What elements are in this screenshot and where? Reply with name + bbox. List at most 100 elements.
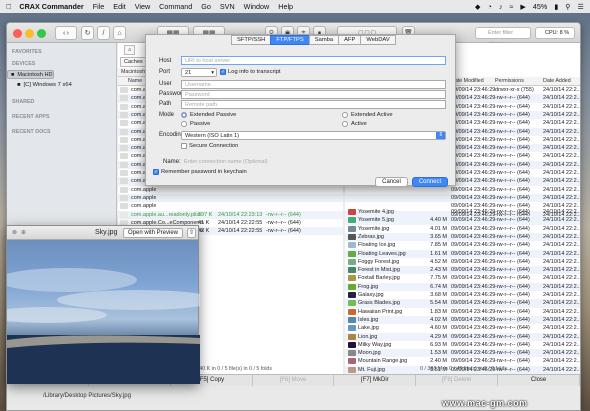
mode-extended-passive-radio[interactable]: Extended Passive	[181, 112, 236, 118]
menu-go[interactable]: Go	[201, 2, 211, 11]
file-date: 09/09/14 23:46:29	[451, 316, 496, 323]
back-forward-button[interactable]: ‹ ›	[55, 26, 77, 40]
menu-view[interactable]: View	[135, 2, 150, 11]
status-area: ◆ ◔ ♪ ≈ ▶ 45% ▮ ⚲ ☰	[475, 2, 590, 11]
file-added: 24/10/14 22:2...	[543, 316, 581, 323]
table-row[interactable]: Floating Ice.jpg 7.85 M 09/09/14 23:46:29-…	[345, 241, 580, 249]
notification-icon[interactable]: ☰	[578, 2, 584, 11]
password-input[interactable]: Password	[181, 90, 446, 99]
f8-delete-button[interactable]: [F8] Delete	[416, 375, 499, 386]
close-window-icon[interactable]	[13, 29, 22, 38]
table-row[interactable]: Zebras.jpg 3.65 M 09/09/14 23:46:29 -rw-r--…	[345, 232, 580, 242]
tab-afp[interactable]: AFP	[338, 35, 362, 45]
mode-extended-active-radio[interactable]: Extended Active	[342, 112, 393, 118]
file-perm: -rw-r--r-- (644)	[495, 341, 530, 348]
close-button[interactable]: Close	[498, 375, 580, 386]
sidebar-item-macintosh-hd[interactable]: ■ Macintosh HD	[7, 70, 54, 79]
minimize-window-icon[interactable]	[25, 29, 34, 38]
column-header-date-added[interactable]: Date Added	[543, 77, 571, 86]
file-added: 24/10/14 22:2...	[543, 275, 581, 282]
table-row[interactable]: Milky Way.jpg 6.93 M 09/09/14 23:46:29 -rw-…	[345, 341, 580, 349]
table-row[interactable]: com.apple.au...readonly.plist 397 K 24/10/…	[118, 210, 343, 219]
file-name: Lake.jpg	[358, 325, 379, 332]
menu-app-name[interactable]: CRAX Commander	[19, 2, 83, 11]
battery-icon[interactable]: ▮	[554, 2, 558, 11]
table-row[interactable]: com.apple	[118, 193, 343, 203]
connection-name-input[interactable]: Enter connection name (Optional)	[181, 158, 446, 167]
table-row[interactable]: Isles.jpg 4.02 M 09/09/14 23:46:29 -rw-r--r…	[345, 315, 581, 325]
menu-command[interactable]: Command	[159, 2, 192, 11]
panel-tab-home-icon[interactable]: ⌂	[124, 45, 136, 55]
wifi-icon[interactable]: ≈	[509, 2, 513, 11]
table-row[interactable]: Foggy Forest.jpg 4.52 M 09/09/14 23:46:29-…	[345, 258, 580, 266]
table-row[interactable]: Frog.jpg 6.74 M 09/09/14 23:46:29 -rw-r--r-…	[345, 282, 580, 291]
f7-mkdir-button[interactable]: [F7] MkDir	[334, 375, 417, 386]
menu-edit[interactable]: Edit	[113, 2, 125, 11]
search-spotlight-icon[interactable]: ⚲	[565, 2, 570, 11]
dashboard-icon[interactable]: ◔	[488, 2, 492, 11]
tab-samba[interactable]: Samba	[308, 35, 340, 45]
file-date: 09/09/14 23:46:29	[451, 275, 496, 282]
file-date: 24/10/14 22:23:13	[218, 211, 263, 218]
table-row[interactable]: com.apple	[118, 186, 343, 194]
open-with-preview-button[interactable]: Open with Preview	[123, 228, 183, 238]
file-perm: -rw-r--r-- (644)	[495, 258, 530, 265]
table-row[interactable]: Lake.jpg 4.60 M 09/09/14 23:46:29 -rw-r--r-…	[345, 324, 580, 332]
user-input[interactable]: Username	[181, 80, 446, 89]
file-added: 24/10/14 22:2...	[543, 300, 581, 307]
battery-percent[interactable]: 45%	[533, 2, 547, 11]
table-row[interactable]: Yosemite 4.jpg 09/09/14 23:46:29 -rw-r--r-…	[345, 208, 580, 216]
tab-sftp-ssh[interactable]: SFTP/SSH	[231, 35, 272, 45]
table-row[interactable]: Hawaiian Print.jpg 1.83 M 09/09/14 23:46:2…	[345, 308, 580, 316]
host-input[interactable]: URI to host server	[181, 56, 446, 65]
fullscreen-icon[interactable]: ⊕	[21, 229, 26, 236]
secure-connection-checkbox[interactable]: Secure Connection	[181, 143, 238, 149]
filter-search-input[interactable]: Enter filter phrase	[475, 27, 531, 47]
port-select[interactable]: 21 ▾	[181, 68, 217, 77]
table-row[interactable]: Galaxy.jpg 3.68 M 09/09/14 23:46:29 -rw-r--…	[345, 291, 581, 299]
menu-file[interactable]: File	[93, 2, 105, 11]
encoding-select[interactable]: Western (ISO Latin 1) ⇕	[181, 131, 446, 140]
mode-active-radio[interactable]: Active	[342, 121, 367, 127]
menu-help[interactable]: Help	[278, 2, 293, 11]
log-transcript-checkbox[interactable]: ✓ Log info to transcript	[220, 69, 281, 75]
file-perm: -rw-r--r-- (644)	[495, 95, 530, 102]
panel-tab-caches[interactable]: Caches	[120, 57, 147, 67]
menu-svn[interactable]: SVN	[220, 2, 235, 11]
path-input[interactable]: Remote path	[181, 100, 446, 109]
remember-password-checkbox[interactable]: ✓ Remember password in keychain	[153, 169, 247, 175]
table-row[interactable]: Lion.jpg 4.29 M 09/09/14 23:46:29 -rw-r--r-…	[345, 332, 580, 341]
menu-window[interactable]: Window	[244, 2, 270, 11]
close-icon[interactable]: ⊗	[12, 229, 17, 236]
volume-icon[interactable]: ▶	[520, 2, 526, 11]
table-row[interactable]: Yosemite 5.jpg 4.40 M 09/09/14 23:46:29 -rw…	[345, 216, 580, 225]
file-added: 24/10/14 22:2...	[543, 292, 581, 298]
table-row[interactable]: 09/09/14 23:46:29-rw-r--r-- (644) 24/10/1…	[345, 193, 580, 203]
share-icon[interactable]: ⇧	[187, 228, 196, 238]
tab-webdav[interactable]: WebDAV	[360, 35, 396, 45]
zoom-window-icon[interactable]	[37, 29, 46, 38]
dropbox-icon[interactable]: ◆	[475, 2, 481, 11]
connect-button[interactable]: Connect	[412, 177, 448, 187]
sidebar-item-windows[interactable]: ■ [C] Windows 7 x64	[7, 80, 116, 90]
mode-passive-radio[interactable]: Passive	[181, 121, 210, 127]
refresh-button[interactable]: ↻	[81, 26, 94, 40]
table-row[interactable]: Moon.jpg 1.53 M 09/09/14 23:46:29 -rw-r--r-…	[345, 349, 580, 358]
apple-menu-icon[interactable]: 	[6, 2, 11, 11]
root-button[interactable]: /	[97, 26, 110, 40]
tab-ftp-ftps[interactable]: FTP/FTPS	[270, 35, 310, 45]
file-added: 24/10/14 22:2...	[543, 186, 581, 193]
table-row[interactable]: Foxtail Barley.jpg 7.75 M 09/09/14 23:46:2…	[345, 274, 581, 282]
cancel-button[interactable]: Cancel	[375, 177, 408, 187]
table-row[interactable]: Yosemite.jpg 4.01 M 09/09/14 23:46:29 -rw-r…	[345, 225, 580, 233]
table-row[interactable]: Grass Blades.jpg 5.54 M 09/09/14 23:46:29-…	[345, 299, 581, 308]
column-header-permissions[interactable]: Permissions	[495, 77, 524, 86]
table-row[interactable]: Forest in Mist.jpg 2.43 M 09/09/14 23:46:2…	[345, 266, 580, 275]
table-row[interactable]: com.apple	[118, 202, 343, 210]
file-date: 09/09/14 23:46:29	[451, 341, 496, 348]
file-added: 24/10/14 22:2...	[543, 128, 581, 135]
sound-icon[interactable]: ♪	[499, 2, 503, 11]
table-row[interactable]: Floating Leaves.jpg 1.61 M 09/09/14 23:46:…	[345, 249, 580, 258]
f6-move-button[interactable]: [F6] Move	[253, 375, 335, 386]
home-icon[interactable]: ⌂	[113, 26, 126, 40]
